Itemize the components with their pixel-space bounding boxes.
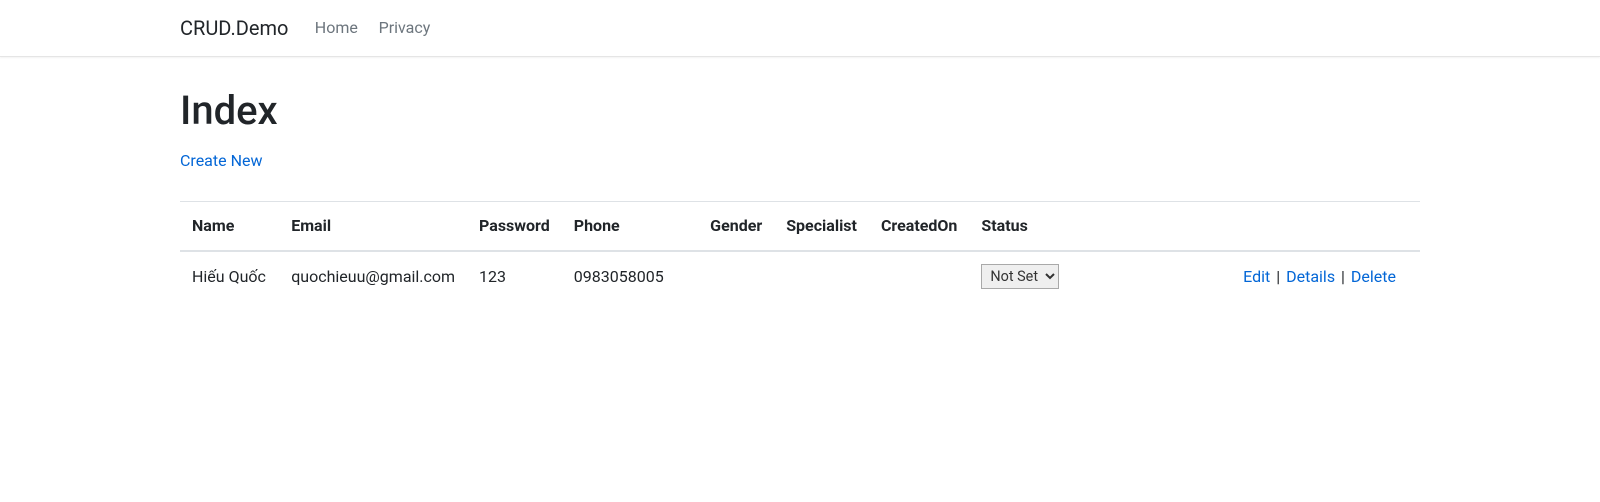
header-actions xyxy=(1071,202,1420,252)
status-select[interactable]: Not Set xyxy=(981,264,1059,289)
header-gender: Gender xyxy=(698,202,774,252)
header-status: Status xyxy=(969,202,1071,252)
header-phone: Phone xyxy=(562,202,698,252)
header-email: Email xyxy=(279,202,467,252)
data-table: Name Email Password Phone Gender Special… xyxy=(180,201,1420,301)
cell-password: 123 xyxy=(467,251,562,301)
details-link[interactable]: Details xyxy=(1286,267,1335,286)
create-new-link[interactable]: Create New xyxy=(180,149,262,173)
cell-name: Hiếu Quốc xyxy=(180,251,279,301)
header-createdon: CreatedOn xyxy=(869,202,969,252)
header-password: Password xyxy=(467,202,562,252)
edit-link[interactable]: Edit xyxy=(1243,267,1270,286)
header-name: Name xyxy=(180,202,279,252)
cell-specialist xyxy=(774,251,869,301)
delete-link[interactable]: Delete xyxy=(1351,267,1396,286)
cell-createdon xyxy=(869,251,969,301)
navbar-brand[interactable]: CRUD.Demo xyxy=(180,8,288,48)
navbar: CRUD.Demo Home Privacy xyxy=(0,0,1600,57)
page-title: Index xyxy=(180,81,1420,141)
cell-status: Not Set xyxy=(969,251,1071,301)
action-separator: | xyxy=(1341,267,1345,286)
nav-link-home[interactable]: Home xyxy=(307,8,366,48)
table-row: Hiếu Quốc quochieuu@gmail.com 123 098305… xyxy=(180,251,1420,301)
cell-gender xyxy=(698,251,774,301)
cell-actions: Edit | Details | Delete xyxy=(1071,251,1420,301)
cell-phone: 0983058005 xyxy=(562,251,698,301)
header-specialist: Specialist xyxy=(774,202,869,252)
cell-email: quochieuu@gmail.com xyxy=(279,251,467,301)
action-separator: | xyxy=(1276,267,1280,286)
nav-link-privacy[interactable]: Privacy xyxy=(371,8,439,48)
